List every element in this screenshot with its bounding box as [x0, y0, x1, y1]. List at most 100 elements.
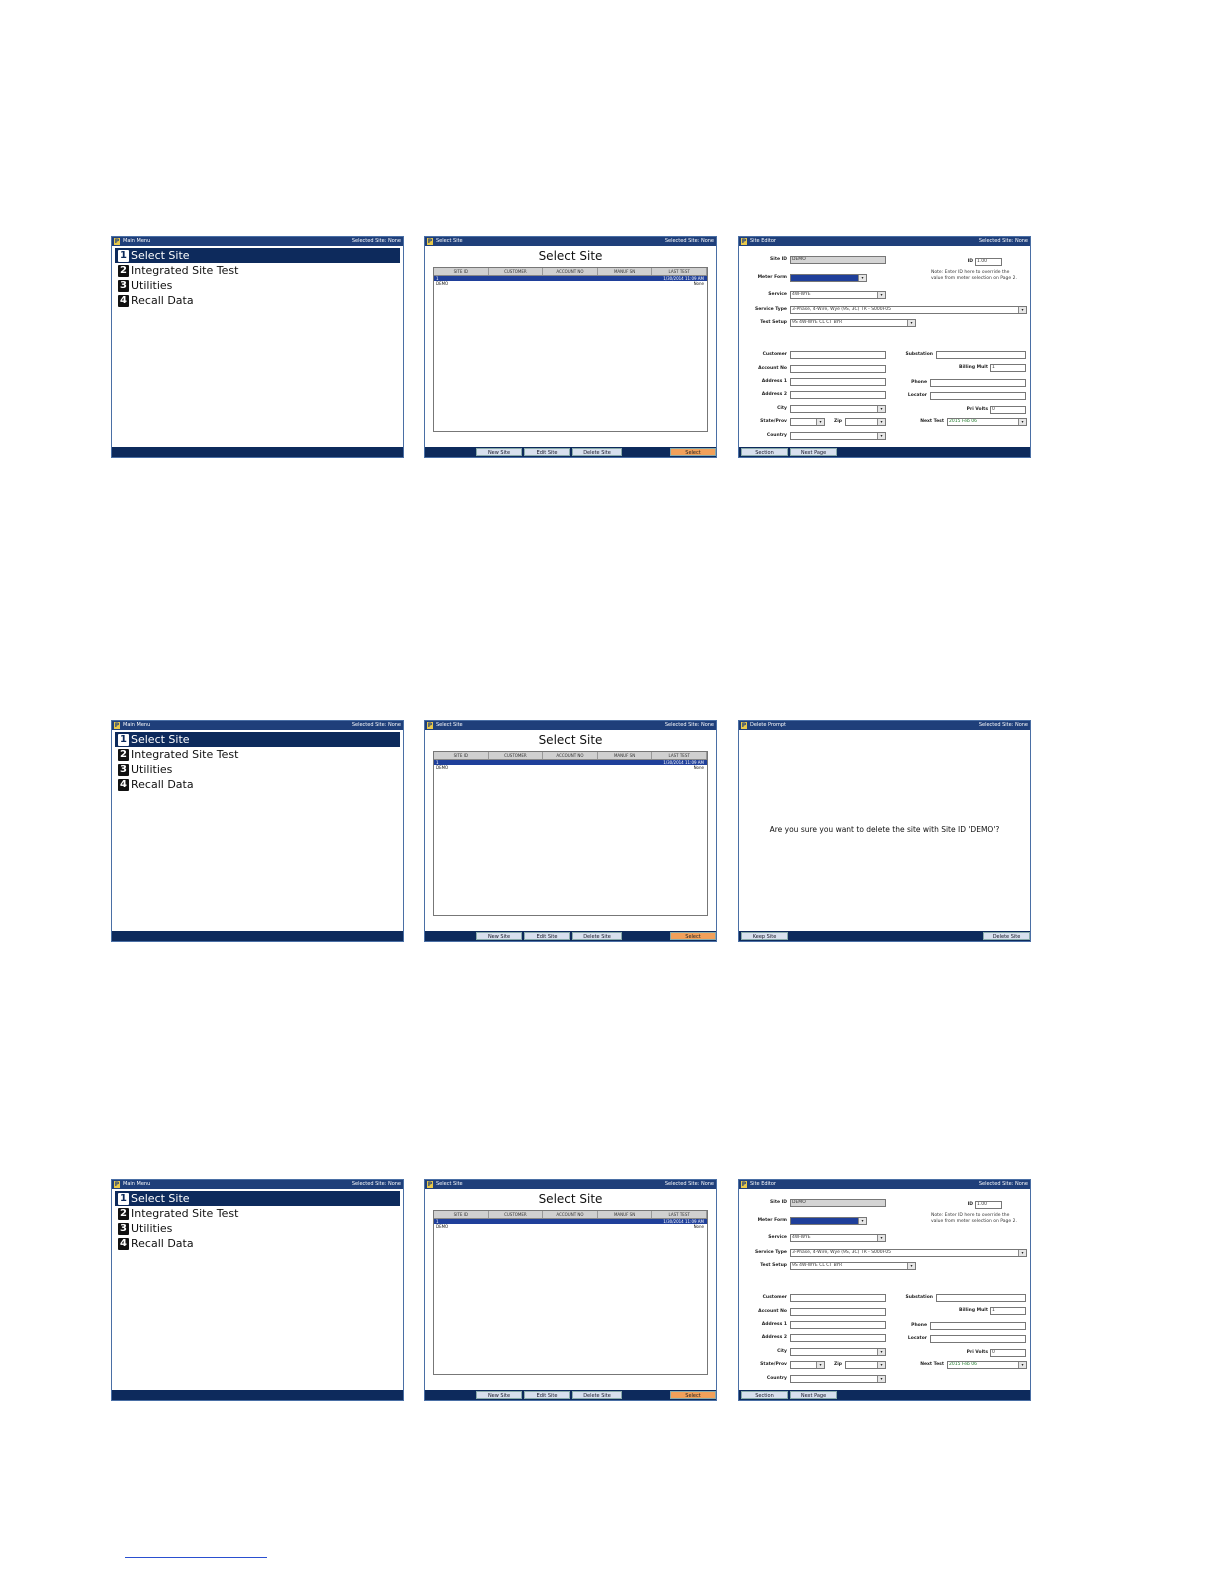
column-header[interactable]: CUSTOMER	[489, 1211, 544, 1218]
next-test-label: Next Test	[920, 419, 944, 424]
billing-mult-label: Billing Mult	[959, 1308, 988, 1313]
delete-site-button[interactable]: Delete Site	[572, 1391, 622, 1399]
column-header[interactable]: ACCOUNT NO	[543, 1211, 598, 1218]
site-id-field[interactable]: DEMO	[790, 1199, 886, 1207]
column-header[interactable]: LAST TEST	[652, 1211, 707, 1218]
select-button[interactable]: Select	[670, 448, 716, 456]
menu-item-select-site[interactable]: 1 Select Site	[115, 248, 400, 263]
menu-item-utilities[interactable]: 3 Utilities	[115, 1221, 400, 1236]
column-header[interactable]: CUSTOMER	[489, 268, 544, 275]
test-setup-label: Test Setup	[760, 1263, 787, 1268]
test-setup-value: 9S 4W-WYE CL CT BYR	[792, 1263, 843, 1268]
substation-field[interactable]	[936, 1294, 1026, 1302]
column-header[interactable]: LAST TEST	[652, 268, 707, 275]
table-row[interactable]: DEMO None	[434, 1224, 707, 1229]
column-header[interactable]: MANUF SN	[598, 1211, 653, 1218]
substation-field[interactable]	[936, 351, 1026, 359]
column-header[interactable]: SITE ID	[434, 752, 489, 759]
country-select[interactable]: ▾	[790, 1375, 886, 1383]
delete-site-button[interactable]: Delete Site	[572, 932, 622, 940]
edit-site-button[interactable]: Edit Site	[524, 1391, 570, 1399]
next-test-value: 2015 Feb 06	[949, 1362, 978, 1367]
column-header[interactable]: MANUF SN	[598, 268, 653, 275]
next-test-select[interactable]: 2015 Feb 06 ▾	[947, 418, 1027, 426]
menu-item-select-site[interactable]: 1 Select Site	[115, 732, 400, 747]
locator-field[interactable]	[930, 1335, 1026, 1343]
page-title: Select Site	[538, 1192, 603, 1206]
menu-item-recall-data[interactable]: 4 Recall Data	[115, 777, 400, 792]
menu-item-utilities[interactable]: 3 Utilities	[115, 278, 400, 293]
column-header[interactable]: LAST TEST	[652, 752, 707, 759]
billing-mult-field[interactable]: 1	[990, 364, 1026, 372]
menu-item-integrated-site-test[interactable]: 2 Integrated Site Test	[115, 1206, 400, 1221]
country-select[interactable]: ▾	[790, 432, 886, 440]
title-bar: P Site Editor Selected Site: None	[739, 1180, 1030, 1189]
pri-volts-field[interactable]: 0	[990, 406, 1026, 414]
column-header[interactable]: ACCOUNT NO	[543, 752, 598, 759]
address2-field[interactable]	[790, 1334, 886, 1342]
account-no-field[interactable]	[790, 1308, 886, 1316]
menu-item-integrated-site-test[interactable]: 2 Integrated Site Test	[115, 263, 400, 278]
column-header[interactable]: SITE ID	[434, 1211, 489, 1218]
state-prov-select[interactable]: ▾	[790, 418, 825, 426]
service-select[interactable]: 4W-WYE ▾	[790, 1234, 886, 1242]
select-button[interactable]: Select	[670, 1391, 716, 1399]
next-page-button[interactable]: Next Page	[790, 448, 837, 456]
address1-field[interactable]	[790, 378, 886, 386]
table-row[interactable]: DEMO None	[434, 765, 707, 770]
site-id-field[interactable]: DEMO	[790, 256, 886, 264]
service-type-select[interactable]: 3-Phase, 4-Wire, Wye (9S, 3C) TR - S000F…	[790, 306, 1027, 314]
next-page-button[interactable]: Next Page	[790, 1391, 837, 1399]
menu-item-integrated-site-test[interactable]: 2 Integrated Site Test	[115, 747, 400, 762]
button-bar: New Site Edit Site Delete Site Select	[425, 931, 716, 941]
phone-field[interactable]	[930, 379, 1026, 387]
column-header[interactable]: MANUF SN	[598, 752, 653, 759]
menu-item-recall-data[interactable]: 4 Recall Data	[115, 1236, 400, 1251]
column-header[interactable]: ACCOUNT NO	[543, 268, 598, 275]
table-row[interactable]: DEMO None	[434, 281, 707, 286]
delete-site-confirm-button[interactable]: Delete Site	[983, 932, 1030, 940]
new-site-button[interactable]: New Site	[476, 932, 522, 940]
phone-field[interactable]	[930, 1322, 1026, 1330]
select-button[interactable]: Select	[670, 932, 716, 940]
test-setup-select[interactable]: 9S 4W-WYE CL CT BYR ▾	[790, 1262, 916, 1270]
address2-field[interactable]	[790, 391, 886, 399]
customer-field[interactable]	[790, 1294, 886, 1302]
meter-form-select[interactable]: ▾	[790, 1217, 867, 1225]
new-site-button[interactable]: New Site	[476, 1391, 522, 1399]
account-no-field[interactable]	[790, 365, 886, 373]
billing-mult-field[interactable]: 1	[990, 1307, 1026, 1315]
section-button[interactable]: Section	[741, 448, 788, 456]
zip-select[interactable]: ▾	[845, 418, 886, 426]
meter-form-select[interactable]: ▾	[790, 274, 867, 282]
city-select[interactable]: ▾	[790, 405, 886, 413]
menu-item-select-site[interactable]: 1 Select Site	[115, 1191, 400, 1206]
city-select[interactable]: ▾	[790, 1348, 886, 1356]
next-test-select[interactable]: 2015 Feb 06 ▾	[947, 1361, 1027, 1369]
country-label: Country	[766, 433, 787, 438]
pri-volts-field[interactable]: 0	[990, 1349, 1026, 1357]
state-prov-select[interactable]: ▾	[790, 1361, 825, 1369]
locator-field[interactable]	[930, 392, 1026, 400]
edit-site-button[interactable]: Edit Site	[524, 448, 570, 456]
id-field[interactable]: 1.00	[975, 1201, 1002, 1209]
keep-site-button[interactable]: Keep Site	[741, 932, 788, 940]
column-header[interactable]: SITE ID	[434, 268, 489, 275]
new-site-button[interactable]: New Site	[476, 448, 522, 456]
service-select[interactable]: 4W-WYE ▾	[790, 291, 886, 299]
delete-site-button[interactable]: Delete Site	[572, 448, 622, 456]
menu-item-utilities[interactable]: 3 Utilities	[115, 762, 400, 777]
zip-select[interactable]: ▾	[845, 1361, 886, 1369]
address1-field[interactable]	[790, 1321, 886, 1329]
service-type-select[interactable]: 3-Phase, 4-Wire, Wye (9S, 3C) TR - S000F…	[790, 1249, 1027, 1257]
menu-item-recall-data[interactable]: 4 Recall Data	[115, 293, 400, 308]
test-setup-select[interactable]: 9S 4W-WYE CL CT BYR ▾	[790, 319, 916, 327]
column-header[interactable]: CUSTOMER	[489, 752, 544, 759]
next-test-label: Next Test	[920, 1362, 944, 1367]
id-field[interactable]: 1.00	[975, 258, 1002, 266]
chevron-down-icon: ▾	[877, 1349, 885, 1355]
customer-field[interactable]	[790, 351, 886, 359]
edit-site-button[interactable]: Edit Site	[524, 932, 570, 940]
section-button[interactable]: Section	[741, 1391, 788, 1399]
app-logo-icon: P	[741, 1181, 747, 1188]
